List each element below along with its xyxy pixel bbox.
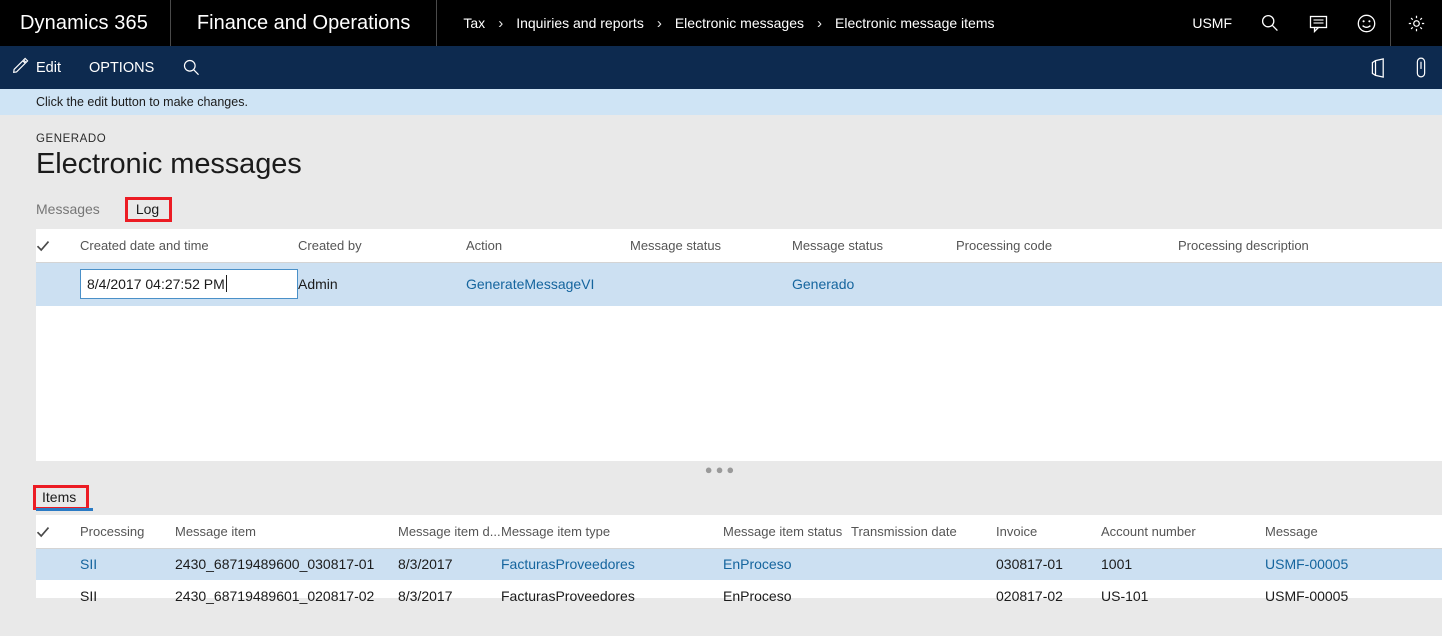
column-header-transmission-date[interactable]: Transmission date — [851, 515, 996, 549]
cell-action-link[interactable]: GenerateMessageVI — [466, 262, 630, 306]
cell-message-item-date[interactable]: 8/3/2017 — [398, 580, 501, 612]
column-header-invoice[interactable]: Invoice — [996, 515, 1101, 549]
breadcrumb-separator-icon: › — [656, 14, 662, 32]
column-header-created-date-and-time[interactable]: Created date and time — [80, 229, 298, 263]
cell-message-link[interactable]: USMF-00005 — [1265, 548, 1442, 581]
tab-messages[interactable]: Messages — [36, 201, 108, 223]
cell-processing[interactable]: SII — [80, 580, 175, 612]
cell-message-item[interactable]: 2430_68719489601_020817-02 — [175, 580, 398, 612]
breadcrumb-item-inquiries-and-reports[interactable]: Inquiries and reports — [516, 15, 644, 31]
edit-button-label: Edit — [36, 59, 61, 76]
items-grid-header-row: Processing Message item Message item d..… — [36, 515, 1442, 549]
page-title: Electronic messages — [36, 148, 302, 180]
pencil-edit-icon — [12, 57, 29, 78]
upper-tab-strip: Messages Log — [0, 195, 1442, 223]
cell-transmission-date[interactable] — [851, 548, 996, 581]
items-grid-panel: Processing Message item Message item d..… — [36, 515, 1442, 604]
cell-processing-description[interactable] — [1178, 262, 1442, 306]
row-select-checkbox[interactable] — [36, 548, 80, 581]
items-grid: Processing Message item Message item d..… — [36, 515, 1442, 612]
office-apps-icon[interactable] — [1358, 46, 1400, 89]
log-grid-header-row: Created date and time Created by Action … — [36, 229, 1442, 263]
message-bar: Click the edit button to make changes. — [0, 89, 1442, 115]
created-date-input-value: 8/4/2017 04:27:52 PM — [87, 275, 225, 292]
splitter-dots-icon: ●●● — [704, 462, 738, 478]
page-content: GENERADO Electronic messages Messages Lo… — [0, 115, 1442, 636]
breadcrumb-item-electronic-messages[interactable]: Electronic messages — [675, 15, 804, 31]
breadcrumb-separator-icon: › — [817, 14, 822, 32]
cell-message-item-date[interactable]: 8/3/2017 — [398, 548, 501, 581]
cell-message-item-status[interactable]: EnProceso — [723, 580, 851, 612]
column-header-message-item[interactable]: Message item — [175, 515, 398, 549]
column-header-message-status-1[interactable]: Message status — [630, 229, 792, 263]
breadcrumb-item-tax[interactable]: Tax — [463, 15, 485, 31]
column-header-message[interactable]: Message — [1265, 515, 1442, 549]
cell-invoice[interactable]: 030817-01 — [996, 548, 1101, 581]
cell-account-number[interactable]: US-101 — [1101, 580, 1265, 612]
tab-items[interactable]: Items — [32, 485, 90, 511]
tab-items-active-underline — [36, 508, 93, 512]
command-bar: Edit OPTIONS — [0, 46, 1442, 89]
cell-message-item[interactable]: 2430_68719489600_030817-01 — [175, 548, 398, 581]
company-selector-usmf[interactable]: USMF — [1178, 15, 1246, 31]
brand-dynamics-365[interactable]: Dynamics 365 — [0, 0, 171, 46]
cell-processing-code[interactable] — [956, 262, 1178, 306]
feedback-icon[interactable] — [1294, 0, 1342, 46]
tab-log[interactable]: Log — [124, 197, 173, 223]
column-header-message-item-status[interactable]: Message item status — [723, 515, 851, 549]
column-header-message-item-date[interactable]: Message item d... — [398, 515, 501, 549]
cell-created-by[interactable]: Admin — [298, 262, 466, 306]
panel-splitter-handle[interactable]: ●●● — [0, 462, 1442, 478]
settings-gear-icon[interactable] — [1390, 0, 1442, 46]
cell-transmission-date[interactable] — [851, 580, 996, 612]
cell-message[interactable]: USMF-00005 — [1265, 580, 1442, 612]
top-navigation-bar: Dynamics 365 Finance and Operations Tax … — [0, 0, 1442, 46]
lower-tab-strip: Items — [0, 477, 1442, 512]
text-cursor — [225, 275, 227, 293]
cell-message-item-status-link[interactable]: EnProceso — [723, 548, 851, 581]
created-date-input[interactable]: 8/4/2017 04:27:52 PM — [80, 268, 298, 299]
row-select-checkbox[interactable] — [36, 580, 80, 612]
search-icon[interactable] — [1246, 0, 1294, 46]
select-all-checkmark-icon[interactable] — [36, 229, 80, 263]
attachment-icon[interactable] — [1400, 46, 1442, 89]
page-header: GENERADO Electronic messages — [0, 115, 1442, 181]
cell-invoice[interactable]: 020817-02 — [996, 580, 1101, 612]
breadcrumb-item-electronic-message-items[interactable]: Electronic message items — [835, 15, 995, 31]
cell-message-status-2-link[interactable]: Generado — [792, 262, 956, 306]
cell-account-number[interactable]: 1001 — [1101, 548, 1265, 581]
select-all-checkmark-icon[interactable] — [36, 515, 80, 549]
log-grid-panel: Created date and time Created by Action … — [36, 229, 1442, 462]
command-search-icon[interactable] — [168, 46, 215, 89]
column-header-created-by[interactable]: Created by — [298, 229, 466, 263]
breadcrumb-separator-icon: › — [498, 14, 504, 32]
column-header-processing-description[interactable]: Processing description — [1178, 229, 1442, 263]
log-grid: Created date and time Created by Action … — [36, 229, 1442, 306]
cell-message-status-1[interactable] — [630, 262, 792, 306]
row-select-checkbox[interactable] — [36, 262, 80, 306]
cell-message-item-type[interactable]: FacturasProveedores — [501, 580, 723, 612]
table-row[interactable]: 8/4/2017 04:27:52 PM Admin GenerateMessa… — [36, 262, 1442, 306]
topbar-actions: USMF — [1178, 0, 1442, 46]
edit-button[interactable]: Edit — [0, 46, 75, 89]
table-row[interactable]: SII 2430_68719489600_030817-01 8/3/2017 … — [36, 548, 1442, 581]
column-header-account-number[interactable]: Account number — [1101, 515, 1265, 549]
page-caption-status: GENERADO — [36, 133, 107, 145]
smiley-icon[interactable] — [1342, 0, 1390, 46]
column-header-processing[interactable]: Processing — [80, 515, 175, 549]
column-header-message-item-type[interactable]: Message item type — [501, 515, 723, 549]
cell-created-date-and-time[interactable]: 8/4/2017 04:27:52 PM — [80, 262, 298, 306]
table-row[interactable]: SII 2430_68719489601_020817-02 8/3/2017 … — [36, 580, 1442, 612]
column-header-processing-code[interactable]: Processing code — [956, 229, 1178, 263]
module-name-finance-operations[interactable]: Finance and Operations — [171, 0, 438, 46]
breadcrumb: Tax › Inquiries and reports › Electronic… — [437, 0, 1178, 46]
cell-message-item-type-link[interactable]: FacturasProveedores — [501, 548, 723, 581]
column-header-action[interactable]: Action — [466, 229, 630, 263]
cell-processing-link[interactable]: SII — [80, 548, 175, 581]
message-bar-text: Click the edit button to make changes. — [36, 95, 248, 109]
column-header-message-status-2[interactable]: Message status — [792, 229, 956, 263]
options-button[interactable]: OPTIONS — [75, 46, 168, 89]
